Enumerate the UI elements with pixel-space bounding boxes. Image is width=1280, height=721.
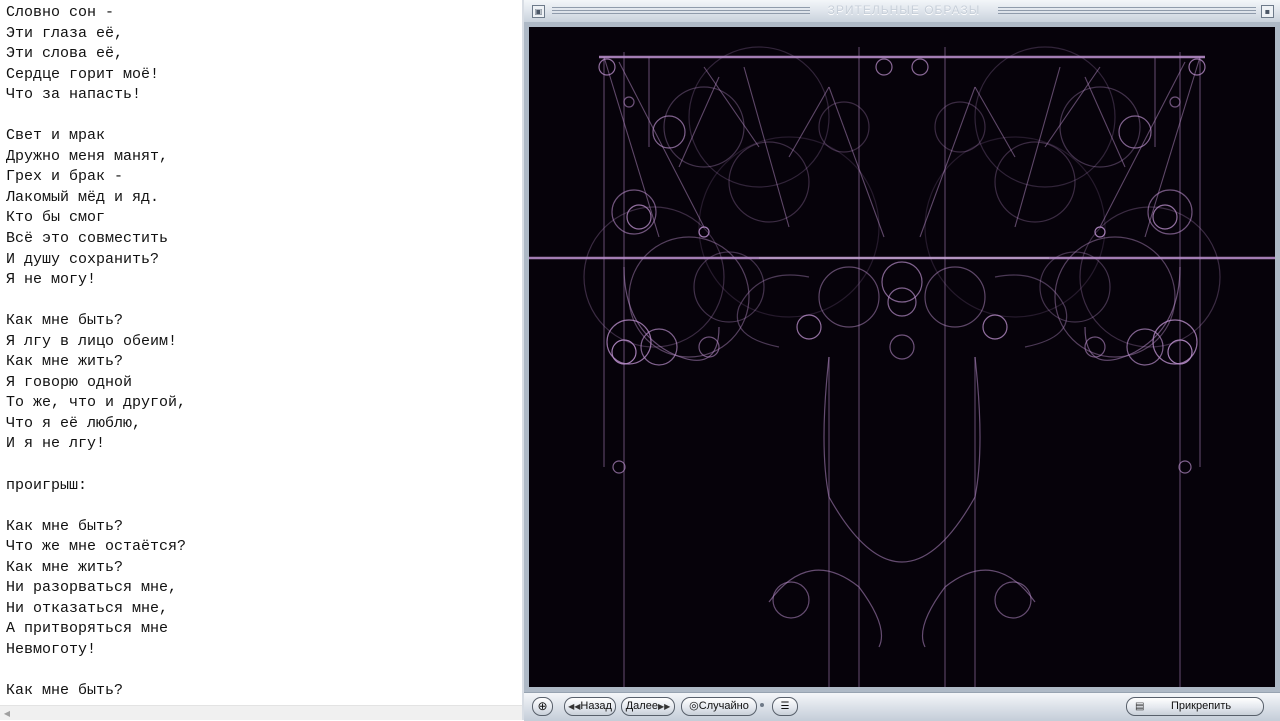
forward-icon: ▶▶: [657, 702, 671, 711]
lyrics-line: Кто бы смог: [6, 209, 106, 227]
lyrics-line: проигрыш:: [6, 476, 88, 494]
lyrics-line: Словно сон -: [6, 4, 115, 21]
close-icon[interactable]: ▪: [1261, 5, 1274, 18]
visualization-shape: [663, 86, 745, 168]
lyrics-text[interactable]: Словно сон - Эти глаза её, Эти слова её, Се…: [6, 3, 186, 702]
visualization-shape: [1079, 206, 1221, 348]
lyrics-line: Ни отказаться мне,: [6, 599, 169, 617]
dock-icon: ▤: [1135, 701, 1145, 712]
back-label: Назад: [580, 700, 612, 712]
lyrics-line: Ни разорваться мне,: [6, 579, 178, 597]
lyrics-line: [6, 496, 186, 517]
lyrics-line: Что за напасть!: [6, 86, 142, 104]
visualization-shape: [889, 334, 915, 360]
visualization-menu-button[interactable]: ☰: [772, 697, 798, 716]
visualization-shape: [796, 314, 822, 340]
lyrics-line: [6, 661, 186, 682]
move-button[interactable]: ⊕: [532, 697, 553, 716]
visualization-shape: [919, 86, 976, 238]
visualization-shape: [618, 61, 705, 228]
visualization-shape: [768, 569, 883, 648]
visualization-shape: [921, 569, 1036, 648]
lyrics-line: Как мне быть?: [6, 312, 124, 330]
visualization-shape: [703, 66, 760, 148]
text-editor[interactable]: Словно сон - Эти глаза её, Эти слова её, Се…: [0, 0, 522, 720]
lyrics-line: [6, 455, 186, 476]
visualization-shape: [828, 86, 885, 238]
visualization-shape: [1084, 266, 1181, 361]
lyrics-line: Лакомый мёд и яд.: [6, 188, 160, 206]
dock-label: Прикрепить: [1171, 700, 1232, 712]
visualization-shape: [823, 356, 981, 563]
lyrics-line: И я не лгу!: [6, 435, 106, 453]
player-title: ЗРИТЕЛЬНЫЕ ОБРАЗЫ: [827, 3, 981, 17]
visualization-shape: [1169, 96, 1181, 108]
lyrics-line: Как мне быть?: [6, 682, 124, 700]
next-button[interactable]: Далее▶▶: [621, 697, 675, 716]
visualization-shape: [881, 261, 923, 303]
visualization-shape: [583, 206, 725, 348]
visualization-shape: [994, 581, 1032, 619]
dock-button[interactable]: ▤ Прикрепить: [1126, 697, 1264, 716]
controls-separator: [760, 703, 764, 707]
lyrics-line: Сердце горит моё!: [6, 65, 160, 83]
titlebar-grip-right: [998, 7, 1256, 15]
titlebar-grip-left: [552, 7, 810, 15]
scroll-left-arrow-icon[interactable]: ◀: [0, 707, 14, 720]
visualization-shape: [1059, 86, 1141, 168]
lyrics-line: Дружно меня манят,: [6, 147, 169, 165]
random-icon: ◎: [689, 700, 699, 712]
rewind-icon: ◀◀: [568, 702, 581, 711]
move-icon: ⊕: [537, 699, 548, 713]
visualization-shape: [628, 236, 750, 358]
lyrics-line: Как мне жить?: [6, 558, 124, 576]
lyrics-line: Я говорю одной: [6, 373, 133, 391]
visualization-shape: [818, 266, 880, 328]
lyrics-line: И душу сохранить?: [6, 250, 160, 268]
lyrics-line: Как мне жить?: [6, 353, 124, 371]
random-label: Случайно: [698, 700, 749, 712]
lyrics-line: Я не могу!: [6, 271, 97, 289]
lyrics-line: Я лгу в лицо обеим!: [6, 332, 178, 350]
visualization-shape: [1099, 61, 1186, 228]
media-player-window: ▣ ЗРИТЕЛЬНЫЕ ОБРАЗЫ ▪ ⊕ ◀◀Назад Далее▶▶ …: [524, 0, 1280, 721]
lyrics-line: Грех и брак -: [6, 168, 124, 186]
lyrics-line: Что же мне остаётся?: [6, 538, 187, 556]
horizontal-scrollbar[interactable]: ◀: [0, 705, 522, 720]
visualization-shape: [652, 115, 686, 149]
menu-icon: ☰: [780, 701, 790, 712]
lyrics-line: То же, что и другой,: [6, 394, 187, 412]
visualization-shape: [772, 581, 810, 619]
visualization-shape: [982, 314, 1008, 340]
lyrics-line: Что я её люблю,: [6, 414, 142, 432]
player-controls: ⊕ ◀◀Назад Далее▶▶ ◎Случайно ☰ ▤ Прикрепит…: [524, 692, 1280, 721]
visualization-shape: [924, 266, 986, 328]
lyrics-line: Эти слова её,: [6, 45, 124, 63]
visualization-shape: [623, 266, 720, 361]
lyrics-line: Как мне быть?: [6, 517, 124, 535]
lyrics-line: Всё это совместить: [6, 230, 169, 248]
visualization-shape: [1044, 66, 1101, 148]
next-label: Далее: [625, 700, 658, 712]
lyrics-line: Эти глаза её,: [6, 24, 124, 42]
back-button[interactable]: ◀◀Назад: [564, 697, 616, 716]
lyrics-line: [6, 291, 186, 312]
visualization-shape: [1118, 115, 1152, 149]
restore-icon[interactable]: ▣: [532, 5, 545, 18]
lyrics-line: [6, 106, 186, 127]
visualization-shape: [623, 96, 635, 108]
lyrics-line: Невмоготу!: [6, 640, 97, 658]
visualization-shape: [911, 58, 929, 76]
lyrics-line: Свет и мрак: [6, 127, 106, 145]
visualization-shape: [1178, 460, 1192, 474]
lyrics-line: А притворяться мне: [6, 620, 169, 638]
random-button[interactable]: ◎Случайно: [681, 697, 757, 716]
visualization-shape: [875, 58, 893, 76]
visualization-shape: [612, 460, 626, 474]
visualization-shape: [1054, 236, 1176, 358]
visualization-canvas[interactable]: [529, 27, 1275, 687]
visualization-frame: [524, 22, 1280, 692]
player-titlebar[interactable]: ▣ ЗРИТЕЛЬНЫЕ ОБРАЗЫ ▪: [524, 0, 1280, 23]
